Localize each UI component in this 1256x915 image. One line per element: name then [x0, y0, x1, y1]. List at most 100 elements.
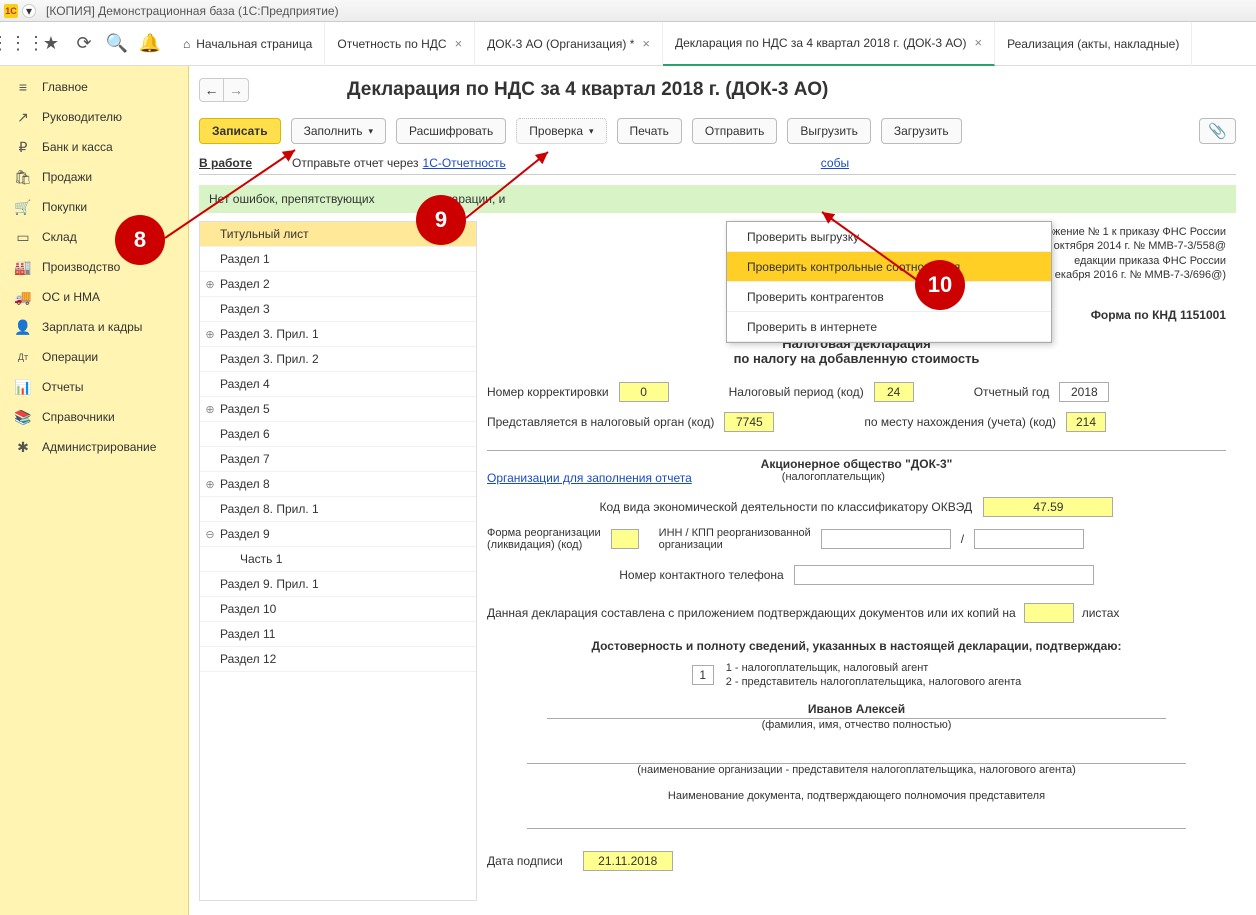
forward-button[interactable]: → — [224, 79, 248, 101]
sidebar-item-sales[interactable]: 🛍Продажи — [0, 162, 188, 192]
section-item[interactable]: ⊕Раздел 5 — [200, 397, 476, 422]
section-item[interactable]: Раздел 3 — [200, 297, 476, 322]
callout-9: 9 — [416, 195, 466, 245]
sign-date-field[interactable]: 21.11.2018 — [583, 851, 673, 871]
section-item[interactable]: ⊖Раздел 9 — [200, 522, 476, 547]
close-icon[interactable]: × — [975, 35, 983, 50]
signer-type-field[interactable]: 1 — [692, 665, 714, 685]
section-item[interactable]: Часть 1 — [200, 547, 476, 572]
factory-icon: 🏭 — [14, 259, 32, 276]
period-label: Налоговый период (код) — [729, 385, 864, 399]
signer-legend: 1 - налогоплательщик, налоговый агент2 -… — [726, 661, 1022, 690]
expander-icon[interactable]: ⊕ — [204, 478, 216, 490]
home-label: Начальная страница — [196, 37, 312, 51]
sidebar-item-bank[interactable]: ₽Банк и касса — [0, 132, 188, 162]
okved-field[interactable]: 47.59 — [983, 497, 1113, 517]
nav-sidebar: ≡Главное ↗Руководителю ₽Банк и касса 🛍Пр… — [0, 66, 189, 915]
decl-text: Данная декларация составлена с приложени… — [487, 606, 1016, 620]
print-button[interactable]: Печать — [617, 118, 682, 144]
save-button[interactable]: Записать — [199, 118, 281, 144]
period-field[interactable]: 24 — [874, 382, 914, 402]
corr-field[interactable]: 0 — [619, 382, 669, 402]
organ-field[interactable]: 7745 — [724, 412, 774, 432]
section-item[interactable]: Раздел 12 — [200, 647, 476, 672]
sidebar-item-manager[interactable]: ↗Руководителю — [0, 102, 188, 132]
apps-icon[interactable]: ⋮⋮⋮ — [3, 29, 33, 59]
section-item[interactable]: Раздел 7 — [200, 447, 476, 472]
org-name: Акционерное общество "ДОК-3" — [487, 457, 1226, 471]
section-item[interactable]: Раздел 8. Прил. 1 — [200, 497, 476, 522]
history-icon[interactable]: ⟳ — [69, 29, 99, 59]
phone-field[interactable] — [794, 565, 1094, 585]
sidebar-item-production[interactable]: 🏭Производство — [0, 252, 188, 282]
search-icon[interactable]: 🔍 — [102, 29, 132, 59]
sidebar-item-reports[interactable]: 📊Отчеты — [0, 372, 188, 402]
sidebar-item-assets[interactable]: 🚚ОС и НМА — [0, 282, 188, 312]
attach-button[interactable]: 📎 — [1199, 118, 1236, 144]
close-icon[interactable]: × — [642, 36, 650, 51]
check-button[interactable]: Проверка▾ — [516, 118, 606, 144]
sidebar-item-admin[interactable]: ✱Администрирование — [0, 432, 188, 462]
import-button[interactable]: Загрузить — [881, 118, 962, 144]
section-label: Раздел 12 — [220, 652, 276, 666]
section-item[interactable]: Раздел 11 — [200, 622, 476, 647]
tab-vat-reporting[interactable]: Отчетность по НДС× — [325, 22, 475, 66]
org-fill-link[interactable]: Организации для заполнения отчета — [487, 471, 692, 485]
section-item[interactable]: ⊕Раздел 3. Прил. 1 — [200, 322, 476, 347]
fio-field[interactable]: Иванов Алексей — [547, 700, 1166, 719]
expander-icon[interactable]: ⊕ — [204, 403, 216, 415]
doc-rep-field[interactable] — [527, 810, 1186, 829]
back-button[interactable]: ← — [200, 79, 224, 101]
expander-icon[interactable]: ⊕ — [204, 278, 216, 290]
year-field[interactable]: 2018 — [1059, 382, 1109, 402]
section-label: Раздел 1 — [220, 252, 270, 266]
expander-icon[interactable]: ⊖ — [204, 528, 216, 540]
reporting-link[interactable]: 1С-Отчетность — [423, 156, 506, 170]
sidebar-item-payroll[interactable]: 👤Зарплата и кадры — [0, 312, 188, 342]
section-label: Раздел 4 — [220, 377, 270, 391]
reorg-kpp-field[interactable] — [974, 529, 1084, 549]
sidebar-item-main[interactable]: ≡Главное — [0, 72, 188, 102]
section-item[interactable]: ⊕Раздел 8 — [200, 472, 476, 497]
sidebar-item-refs[interactable]: 📚Справочники — [0, 402, 188, 432]
sidebar-item-operations[interactable]: ДтОперации — [0, 342, 188, 372]
fill-button[interactable]: Заполнить▾ — [291, 118, 386, 144]
home-tab[interactable]: ⌂ Начальная страница — [171, 22, 325, 66]
star-icon[interactable]: ★ — [36, 29, 66, 59]
sidebar-item-purchases[interactable]: 🛒Покупки — [0, 192, 188, 222]
chevron-down-icon: ▾ — [589, 126, 594, 137]
dropdown-icon[interactable]: ▾ — [22, 4, 36, 18]
org-rep-field[interactable] — [527, 745, 1186, 764]
section-item[interactable]: Раздел 6 — [200, 422, 476, 447]
check-internet-item[interactable]: Проверить в интернете — [727, 312, 1051, 342]
section-label: Раздел 9. Прил. 1 — [220, 577, 319, 591]
chart-icon: ↗ — [14, 109, 32, 126]
send-button[interactable]: Отправить — [692, 118, 778, 144]
bell-icon[interactable]: 🔔 — [135, 29, 165, 59]
section-item[interactable]: ⊕Раздел 2 — [200, 272, 476, 297]
pages-field[interactable] — [1024, 603, 1074, 623]
place-field[interactable]: 214 — [1066, 412, 1106, 432]
other-link[interactable]: собы — [821, 156, 849, 170]
close-icon[interactable]: × — [455, 36, 463, 51]
breakdown-button[interactable]: Расшифровать — [396, 118, 506, 144]
section-item[interactable]: Раздел 10 — [200, 597, 476, 622]
section-item[interactable]: Раздел 3. Прил. 2 — [200, 347, 476, 372]
check-counterparties-item[interactable]: Проверить контрагентов — [727, 282, 1051, 312]
export-button[interactable]: Выгрузить — [787, 118, 871, 144]
truck-icon: 🚚 — [14, 289, 32, 306]
section-item[interactable]: Раздел 1 — [200, 247, 476, 272]
tab-declaration[interactable]: Декларация по НДС за 4 квартал 2018 г. (… — [663, 22, 995, 66]
section-item[interactable]: Раздел 9. Прил. 1 — [200, 572, 476, 597]
tab-organization[interactable]: ДОК-3 АО (Организация) *× — [475, 22, 663, 66]
reorg-code-field[interactable] — [611, 529, 639, 549]
reorg-inn-field[interactable] — [821, 529, 951, 549]
expander-icon[interactable]: ⊕ — [204, 328, 216, 340]
tab-sales[interactable]: Реализация (акты, накладные) — [995, 22, 1192, 66]
year-label: Отчетный год — [974, 385, 1050, 399]
check-export-item[interactable]: Проверить выгрузку — [727, 222, 1051, 252]
status-link[interactable]: В работе — [199, 156, 252, 170]
section-item[interactable]: Раздел 4 — [200, 372, 476, 397]
home-icon: ⌂ — [183, 37, 190, 51]
check-ratios-item[interactable]: Проверить контрольные соотношения — [727, 252, 1051, 282]
